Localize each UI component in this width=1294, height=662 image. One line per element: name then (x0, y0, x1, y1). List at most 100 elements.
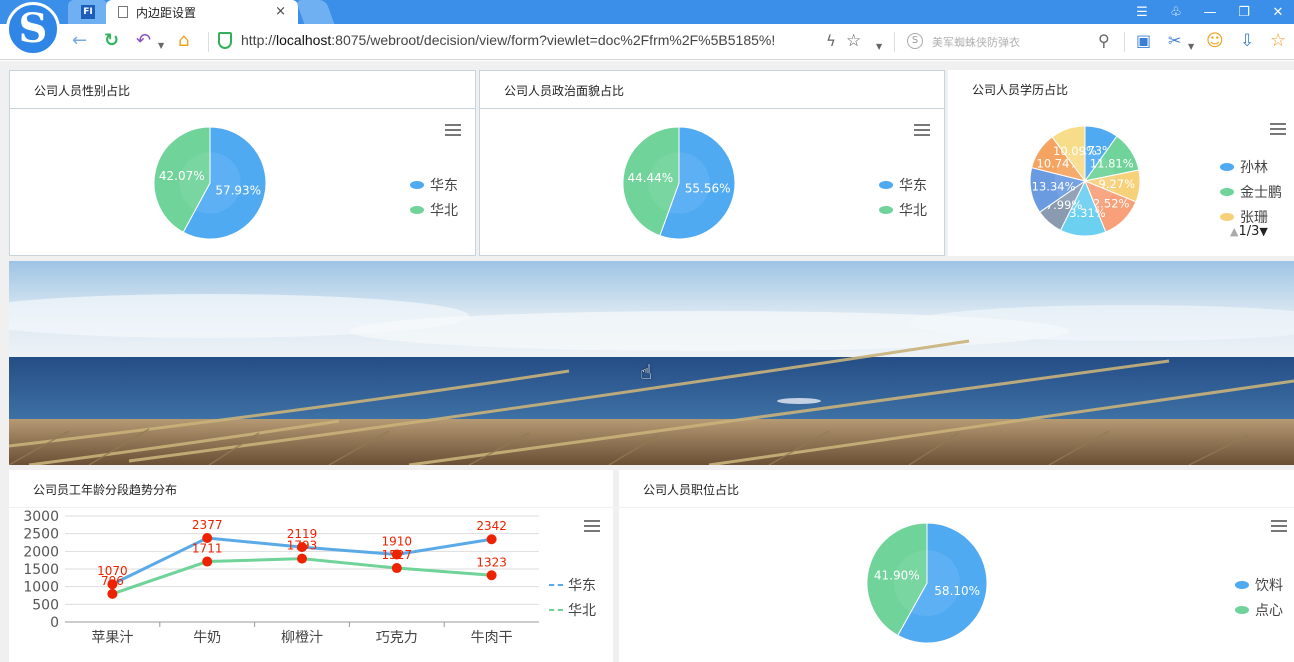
data-label: 2377 (192, 518, 223, 532)
minimize-icon[interactable]: — (1202, 5, 1218, 20)
legend-label: 华东 (568, 577, 596, 594)
legend-item[interactable]: 华东 (549, 572, 596, 597)
new-tab-button[interactable] (295, 0, 335, 24)
legend-item[interactable]: 点心 (1235, 597, 1283, 622)
legend-marker (549, 583, 563, 586)
pager-text: 1/3 (1238, 224, 1260, 239)
data-label: 796 (101, 574, 124, 588)
chevron-down-icon[interactable]: ▼ (876, 37, 882, 57)
legend-item[interactable]: 华北 (879, 197, 927, 222)
data-point[interactable] (391, 563, 402, 574)
search-input[interactable]: 美军蜘蛛侠防弹衣 (932, 34, 1020, 50)
chevron-down-icon[interactable]: ▼ (1188, 37, 1194, 57)
shield-icon[interactable] (218, 32, 232, 49)
pager-prev-icon[interactable]: ▲ (1230, 225, 1238, 238)
data-label: 1527 (382, 548, 413, 562)
legend-label: 华北 (568, 602, 596, 619)
url-path: :8075/webroot/decision/view/form?viewlet… (331, 32, 776, 48)
y-tick-label: 0 (50, 615, 59, 631)
data-label: 1711 (192, 542, 223, 556)
pager-next-icon[interactable]: ▼ (1259, 225, 1267, 238)
legend-label: 华东 (430, 177, 458, 194)
close-tab-icon[interactable]: × (275, 4, 286, 19)
legend-item[interactable]: 华东 (879, 172, 927, 197)
education-legend: 孙林 金士鹏 张珊 (1220, 154, 1282, 229)
tab-title: 内边距设置 (136, 5, 197, 20)
legend-label: 华东 (899, 177, 927, 194)
trend-legend: 华东 华北 (549, 572, 596, 622)
hand-cursor-icon: ☝ (640, 360, 653, 384)
home-icon[interactable]: ⌂ (178, 31, 189, 51)
legend-item[interactable]: 孙林 (1220, 154, 1282, 179)
legend-item[interactable]: 华东 (410, 172, 458, 197)
legend-marker (1220, 187, 1234, 196)
bookmark-star-icon[interactable]: ☆ (846, 31, 861, 51)
series-line[interactable] (111, 557, 492, 596)
trend-line-chart: 050010001500200025003000苹果汁 牛奶 柳橙汁 巧克力 牛肉干10… (23, 509, 539, 646)
x-tick-label: 巧克力 (376, 630, 418, 646)
gender-pie-chart: 57.93% 42.07% (153, 126, 267, 240)
legend-marker (1235, 580, 1249, 589)
data-point[interactable] (486, 570, 497, 581)
legend-marker (410, 180, 424, 189)
y-tick-label: 2000 (23, 544, 59, 560)
chevron-down-icon[interactable]: ▼ (158, 36, 164, 56)
data-point[interactable] (486, 534, 497, 545)
close-window-icon[interactable]: ✕ (1270, 5, 1286, 20)
legend-label: 孙林 (1240, 159, 1268, 176)
lightning-icon[interactable]: ϟ (826, 31, 836, 51)
x-tick-label: 苹果汁 (91, 630, 133, 646)
x-tick-label: 牛奶 (193, 630, 221, 646)
divider (208, 32, 209, 52)
data-point[interactable] (107, 588, 118, 599)
search-engine-icon[interactable]: S (907, 33, 923, 49)
legend-marker (1220, 162, 1234, 171)
political-pie-chart: 55.56% 44.44% (622, 126, 736, 240)
legend-pager: ▲ 1/3 ▼ (1230, 224, 1268, 239)
extension-icon[interactable]: ▣ (1136, 31, 1151, 51)
favorites-star-icon[interactable]: ☆ (1270, 31, 1286, 51)
legend-marker (549, 608, 563, 611)
legend-label: 华北 (430, 202, 458, 219)
restore-icon[interactable]: ❐ (1236, 5, 1252, 20)
pie-slice-label: 58.10% (934, 584, 980, 598)
data-label: 1910 (382, 535, 413, 549)
smiley-icon[interactable]: ☺ (1206, 31, 1224, 51)
legend-marker (1220, 212, 1234, 221)
legend-label: 点心 (1255, 602, 1283, 619)
download-icon[interactable]: ⇩ (1240, 31, 1254, 51)
undo-icon[interactable]: ↶ (136, 31, 151, 51)
position-chart-panel: 公司人员职位占比 58.10% 41.90% 饮料 点心 (619, 470, 1294, 662)
menu-icon[interactable]: ☰ (1134, 5, 1150, 20)
scissors-icon[interactable]: ✂ (1168, 31, 1181, 51)
legend-item[interactable]: 华北 (549, 597, 596, 622)
tab-finereport[interactable]: FI (68, 0, 108, 24)
legend-item[interactable]: 华北 (410, 197, 458, 222)
data-point[interactable] (297, 553, 307, 564)
address-bar[interactable]: http://localhost:8075/webroot/decision/v… (241, 32, 775, 48)
refresh-icon[interactable]: ↻ (104, 31, 119, 51)
position-legend: 饮料 点心 (1235, 572, 1283, 622)
legend-item[interactable]: 金士鹏 (1220, 179, 1282, 204)
legend-marker (879, 180, 893, 189)
tab-active[interactable]: 内边距设置 × (106, 0, 298, 24)
data-label: 1323 (476, 555, 507, 569)
back-arrow-icon[interactable]: ← (72, 31, 87, 51)
legend-item[interactable]: 饮料 (1235, 572, 1283, 597)
gender-legend: 华东 华北 (410, 172, 458, 222)
browser-toolbar: ← ↻ ↶ ▼ ⌂ http://localhost:8075/webroot/… (0, 24, 1294, 60)
trend-chart-panel: 公司员工年龄分段趋势分布 0 500 1000 1500 2000 2500 3000 苹果汁… (9, 470, 613, 662)
search-icon[interactable]: ⚲ (1098, 31, 1110, 51)
x-tick-label: 牛肉干 (471, 630, 513, 646)
y-tick-label: 1500 (23, 562, 59, 578)
data-point[interactable] (202, 556, 213, 567)
divider (1124, 32, 1125, 52)
url-host: localhost (276, 32, 332, 48)
legend-label: 饮料 (1255, 577, 1283, 594)
pie-slice-label: 57.93% (215, 183, 261, 197)
skin-icon[interactable]: ♧ (1168, 5, 1184, 20)
pie-slice-label: 11.81% (1090, 157, 1134, 171)
pie-slice-label: 13.34% (1032, 180, 1076, 194)
y-tick-label: 2500 (23, 527, 59, 543)
data-label: 2342 (476, 519, 507, 533)
